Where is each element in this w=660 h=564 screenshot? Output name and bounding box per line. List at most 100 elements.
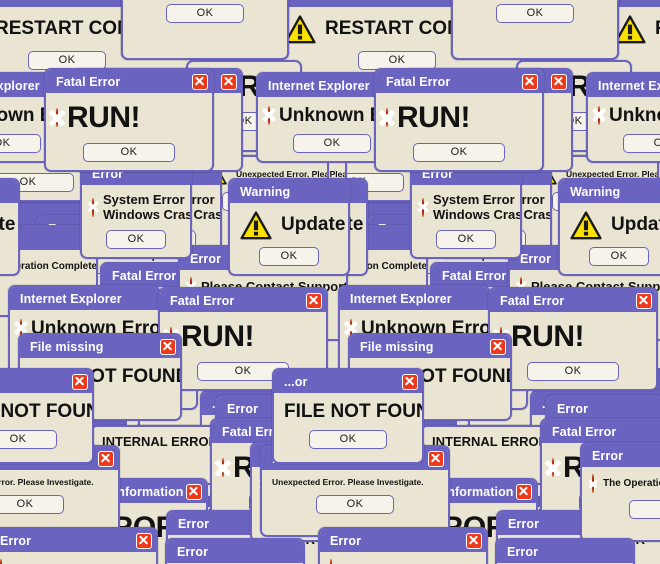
dialog-titlebar[interactable]: File missing	[350, 335, 510, 358]
ok-button[interactable]: OK	[316, 494, 394, 514]
dialog-button-row: OK	[230, 240, 348, 274]
dialog-button-row: OK	[274, 423, 422, 457]
error-dialog-d25[interactable]: Fatal Error RUN! OK	[488, 287, 658, 391]
ok-button[interactable]: OK	[0, 133, 41, 153]
ok-button[interactable]: OK	[28, 50, 106, 70]
close-icon[interactable]	[636, 292, 652, 309]
dialog-message: System ErrorWindows Crashed	[433, 192, 522, 223]
error-x-icon	[56, 108, 58, 128]
dialog-titlebar[interactable]: ...or	[0, 370, 92, 393]
dialog-titlebar[interactable]: Fatal Error	[160, 289, 326, 312]
dialog-title: Error	[507, 544, 539, 559]
error-dialog-d14[interactable]: Error System ErrorWindows Crashed OK	[410, 160, 522, 259]
ok-button[interactable]: OK	[358, 50, 436, 70]
ok-button[interactable]: OK	[106, 229, 166, 249]
dialog-title: Fatal Error	[386, 74, 451, 89]
dialog-title: File missing	[30, 339, 104, 354]
error-dialog-d08[interactable]: Fatal Error RUN! OK	[44, 68, 214, 172]
dialog-titlebar[interactable]: Error	[497, 540, 633, 563]
dialog-message: System ErrorWindows Crashed	[103, 192, 190, 223]
ok-button[interactable]: OK	[0, 429, 57, 449]
error-dialog-d37[interactable]: Error OK	[318, 527, 488, 564]
dialog-titlebar[interactable]: Fatal Error	[46, 70, 212, 93]
dialog-title: Warning	[570, 184, 621, 199]
dialog-titlebar[interactable]: Internet Explorer	[588, 74, 660, 97]
error-dialog-d02[interactable]: Update Error OK	[121, 0, 289, 60]
ok-button[interactable]: OK	[0, 494, 64, 514]
dialog-titlebar[interactable]: Fatal Error	[376, 70, 542, 93]
error-dialog-d08[interactable]: Fatal Error RUN! OK	[374, 68, 544, 172]
ok-button[interactable]: OK	[166, 3, 244, 23]
ok-button[interactable]: OK	[413, 142, 505, 162]
error-dialog-d41[interactable]: Error OK	[165, 538, 305, 564]
error-x-icon	[222, 458, 224, 478]
error-dialog-d27[interactable]: ...or FILE NOT FOUND OK	[272, 368, 424, 464]
dialog-titlebar[interactable]: Fatal Error	[542, 420, 660, 443]
dialog-message: RUN!	[397, 101, 471, 134]
close-icon[interactable]	[160, 338, 176, 355]
dialog-message: Unknown Error	[609, 105, 660, 126]
ok-button[interactable]: OK	[293, 133, 371, 153]
close-icon[interactable]	[186, 483, 202, 500]
ok-button[interactable]: OK	[527, 361, 619, 381]
close-icon[interactable]	[402, 373, 418, 390]
error-dialog-d37[interactable]: Error OK	[0, 527, 158, 564]
ok-button[interactable]: OK	[623, 133, 660, 153]
close-icon[interactable]	[522, 73, 538, 90]
error-dialog-d16[interactable]: Warning Update OK	[228, 178, 350, 276]
dialog-body: Update	[0, 203, 18, 240]
error-x-icon	[598, 105, 600, 125]
dialog-title: Internet Explorer	[20, 291, 122, 306]
dialog-titlebar[interactable]: Internet Explorer	[10, 287, 158, 310]
close-icon[interactable]	[192, 73, 208, 90]
dialog-titlebar[interactable]: Warning	[0, 180, 18, 203]
ok-button[interactable]: OK	[309, 429, 387, 449]
error-dialog-d27[interactable]: ...or FILE NOT FOUND OK	[0, 368, 94, 464]
dialog-message: FILE NOT FOUND	[0, 401, 92, 422]
ok-button[interactable]: OK	[496, 3, 574, 23]
error-dialog-d16[interactable]: Warning Update OK	[0, 178, 20, 276]
dialog-titlebar[interactable]: Error	[0, 529, 156, 552]
close-icon[interactable]	[466, 532, 482, 549]
close-icon[interactable]	[136, 532, 152, 549]
dialog-message-line2: Windows Crashed	[433, 206, 522, 222]
dialog-titlebar[interactable]: Warning	[230, 180, 348, 203]
ok-button[interactable]: OK	[259, 246, 319, 266]
dialog-titlebar[interactable]: ...or	[274, 370, 422, 393]
dialog-button-row: OK	[453, 0, 617, 31]
dialog-titlebar[interactable]: Error	[167, 540, 303, 563]
dialog-message: INTERNAL ERROR	[432, 434, 549, 449]
close-icon[interactable]	[490, 338, 506, 355]
error-dialog-d16[interactable]: Warning Update OK	[558, 178, 660, 276]
dialog-body: FILE NOT FOUND	[274, 393, 422, 423]
dialog-body: The Operation Completed Successfully.	[582, 467, 660, 493]
dialog-titlebar[interactable]: Fatal Error	[490, 289, 656, 312]
error-dialog-d35[interactable]: Error The Operation Completed Successful…	[580, 442, 660, 542]
error-dialog-d41[interactable]: Error OK	[495, 538, 635, 564]
dialog-body: RUN!	[490, 312, 656, 355]
ok-button[interactable]: OK	[589, 246, 649, 266]
dialog-button-row: OK	[490, 355, 656, 389]
error-dialog-d10[interactable]: Internet Explorer Unknown Error OK	[586, 72, 660, 163]
error-dialog-wallpaper: ...sing FILE NOT FOUND OK Fatal Error RE…	[0, 0, 660, 564]
ok-button[interactable]: OK	[629, 500, 660, 519]
close-icon[interactable]	[98, 450, 114, 467]
close-icon[interactable]	[516, 483, 532, 500]
error-dialog-d02[interactable]: Update Error OK	[451, 0, 619, 60]
dialog-button-row: OK	[582, 493, 660, 527]
dialog-titlebar[interactable]: Warning	[560, 180, 660, 203]
ok-button[interactable]: OK	[83, 142, 175, 162]
dialog-titlebar[interactable]: Error	[582, 444, 660, 467]
dialog-titlebar[interactable]: File missing	[20, 335, 180, 358]
close-icon[interactable]	[221, 73, 237, 90]
close-icon[interactable]	[551, 73, 567, 90]
ok-button[interactable]: OK	[436, 229, 496, 249]
dialog-titlebar[interactable]: Error	[320, 529, 486, 552]
dialog-button-row: OK	[412, 223, 520, 257]
error-dialog-d14[interactable]: Error System ErrorWindows Crashed OK	[80, 160, 192, 259]
dialog-titlebar[interactable]: Error	[547, 397, 660, 420]
close-icon[interactable]	[306, 292, 322, 309]
dialog-titlebar[interactable]: Internet Explorer	[340, 287, 488, 310]
close-icon[interactable]	[72, 373, 88, 390]
close-icon[interactable]	[428, 450, 444, 467]
